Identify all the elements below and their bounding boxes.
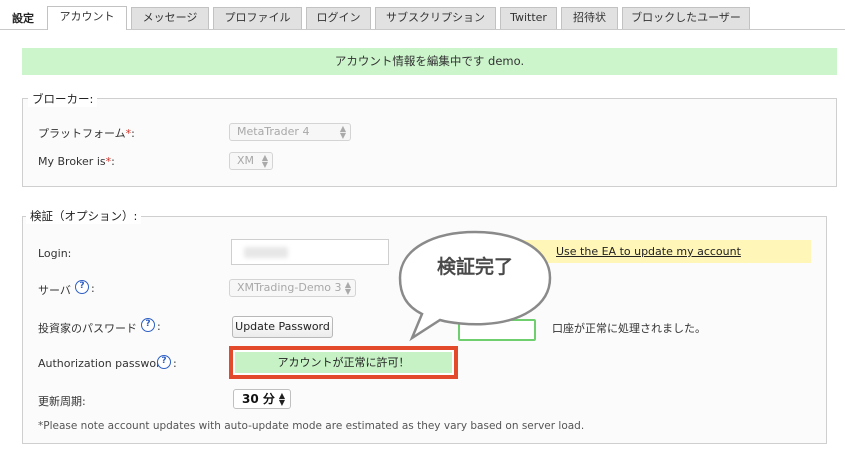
my-broker-label: My Broker is*:	[38, 155, 115, 168]
select-arrows-icon: ▲ ▼	[261, 153, 268, 169]
login-value-redacted	[244, 247, 288, 258]
platform-label: プラットフォーム*:	[38, 127, 135, 140]
help-icon[interactable]: ?	[157, 355, 171, 369]
login-label: Login:	[38, 247, 72, 260]
tab-login[interactable]: ログイン	[306, 7, 371, 29]
server-label: サーバ	[38, 284, 71, 297]
authorization-password-label: Authorization password	[38, 357, 168, 370]
tab-twitter[interactable]: Twitter	[500, 7, 557, 29]
update-password-button[interactable]: Update Password	[232, 316, 333, 338]
callout-bubble	[398, 230, 552, 342]
verification-complete-text: 検証完了	[436, 256, 513, 278]
help-icon[interactable]: ?	[141, 318, 155, 332]
tab-profile[interactable]: プロファイル	[213, 7, 302, 29]
auto-update-note: *Please note account updates with auto-u…	[38, 420, 585, 432]
editing-banner: アカウント情報を編集中です demo.	[22, 48, 837, 75]
broker-fieldset	[22, 98, 837, 187]
select-arrows-icon: ▲ ▼	[339, 124, 346, 140]
platform-select-value: MetaTrader 4	[237, 125, 310, 138]
refresh-period-select[interactable]: 30 分 ▲ ▼	[233, 389, 291, 409]
investor-colon: :	[157, 320, 161, 333]
select-arrows-icon: ▲ ▼	[344, 280, 351, 296]
refresh-period-value: 30 分	[242, 392, 275, 406]
settings-title: 設定	[12, 12, 34, 25]
broker-legend: ブローカー:	[28, 91, 98, 107]
authorization-status-box: アカウントが正常に許可！	[229, 346, 458, 379]
tab-invitations[interactable]: 招待状	[561, 7, 618, 29]
login-input[interactable]	[231, 239, 389, 265]
ea-link-banner: Use the EA to update my account	[521, 240, 811, 263]
server-select-value: XMTrading-Demo 3	[237, 281, 342, 294]
help-icon[interactable]: ?	[75, 280, 89, 294]
authorization-status: アカウントが正常に許可！	[235, 352, 452, 373]
investor-password-label: 投資家のパスワード	[38, 322, 137, 335]
use-ea-link[interactable]: Use the EA to update my account	[556, 245, 741, 258]
my-broker-select: XM ▲ ▼	[229, 152, 273, 170]
server-select: XMTrading-Demo 3 ▲ ▼	[229, 279, 356, 297]
verification-legend: 検証（オプション）:	[26, 208, 142, 224]
select-arrows-icon: ▲ ▼	[278, 391, 285, 407]
tab-bar: 設定 アカウント メッセージ プロファイル ログイン サブスクリプション Twi…	[0, 0, 845, 30]
tab-blocked-users[interactable]: ブロックしたユーザー	[622, 7, 750, 29]
tab-subscription[interactable]: サブスクリプション	[375, 7, 496, 29]
tab-account[interactable]: アカウント	[47, 6, 127, 30]
processed-status: 口座が正常に処理されました。	[552, 322, 706, 335]
server-colon: :	[91, 282, 95, 295]
refresh-period-label: 更新周期:	[38, 395, 86, 408]
my-broker-select-value: XM	[237, 154, 255, 167]
authorization-colon: :	[173, 357, 177, 370]
platform-select: MetaTrader 4 ▲ ▼	[229, 123, 351, 141]
tab-messages[interactable]: メッセージ	[131, 7, 209, 29]
